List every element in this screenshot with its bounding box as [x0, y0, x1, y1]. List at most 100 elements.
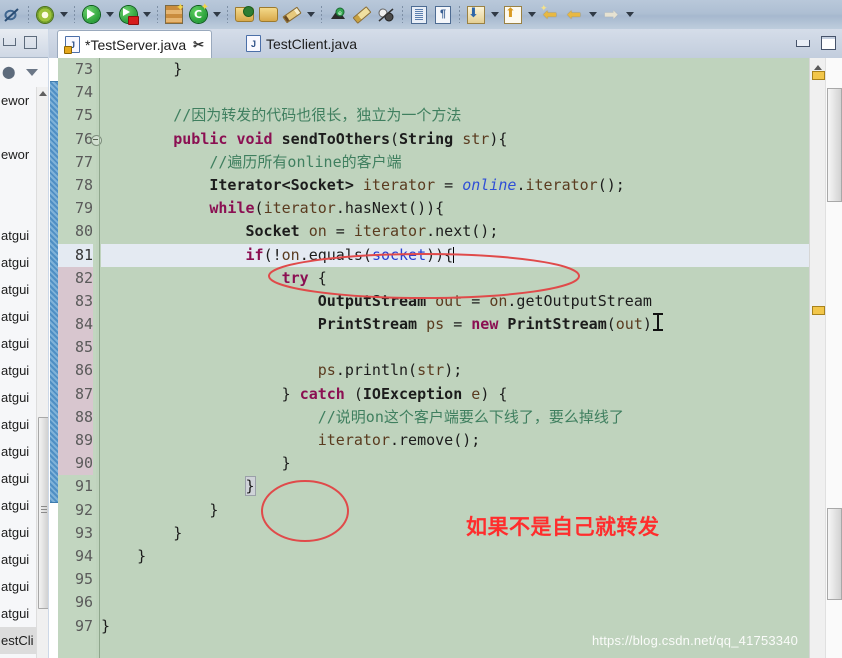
debug-dropdown-arrow[interactable] [140, 4, 153, 26]
package-explorer-item[interactable]: atgui [0, 384, 36, 411]
new-java-package-icon[interactable]: ✦ [163, 2, 185, 26]
open-task-icon[interactable] [257, 4, 279, 26]
close-icon[interactable]: ✂ [193, 37, 204, 53]
scroll-up-arrow-icon[interactable] [39, 91, 47, 96]
skip-breakpoints-icon[interactable] [375, 4, 397, 26]
source-code-text[interactable]: } //因为转发的代码也很长，独立为一个方法 public void sendT… [101, 58, 810, 658]
package-explorer-item[interactable]: ewor [0, 87, 36, 114]
package-explorer-item[interactable]: atgui [0, 222, 36, 249]
code-line[interactable]: if(!on.equals(socket)){ [101, 243, 810, 267]
search-dropdown-arrow[interactable] [304, 4, 317, 26]
search-pencil-icon[interactable] [281, 4, 303, 26]
run-icon[interactable] [80, 4, 102, 26]
open-type-icon[interactable] [233, 4, 255, 26]
new-class-dropdown-arrow[interactable] [210, 4, 223, 26]
maximize-button[interactable] [821, 36, 836, 50]
code-token: .println( [335, 361, 418, 380]
back-history-dropdown-arrow[interactable] [586, 4, 599, 26]
package-explorer-item[interactable]: atgui [0, 411, 36, 438]
minimize-button[interactable] [796, 39, 810, 47]
code-line[interactable]: } [101, 452, 810, 475]
code-line[interactable]: iterator.remove(); [101, 429, 810, 452]
package-explorer-item[interactable]: atgui [0, 303, 36, 330]
code-line[interactable]: //因为转发的代码也很长，独立为一个方法 [101, 104, 810, 127]
package-explorer-item[interactable] [0, 195, 36, 222]
next-edit-dropdown-arrow[interactable] [525, 4, 538, 26]
package-explorer-item[interactable]: atgui [0, 249, 36, 276]
tab-testclient-java[interactable]: J TestClient.java [239, 30, 364, 57]
chevron-down-icon[interactable] [26, 69, 38, 76]
package-explorer-item[interactable]: estSe [0, 654, 36, 658]
package-explorer-item[interactable]: estCli [0, 627, 36, 654]
package-explorer-item[interactable]: atgui [0, 600, 36, 627]
code-line[interactable]: Socket on = iterator.next(); [101, 220, 810, 243]
code-line[interactable]: OutputStream out = on.getOutputStream [101, 290, 810, 313]
editor-vertical-scrollbar[interactable] [825, 58, 842, 658]
show-whitespace-icon[interactable]: ¶ [432, 4, 454, 26]
scrollbar-thumb[interactable] [38, 417, 48, 609]
package-explorer-item[interactable]: atgui [0, 330, 36, 357]
line-number-ruler: 73 74 75 76 77 78 79 80 81 82 83 84 85 86 87 88 89 90 91 92… [58, 58, 102, 658]
next-edit-icon[interactable]: ⬆ [502, 4, 524, 26]
build-dropdown-arrow[interactable] [57, 4, 70, 26]
package-explorer-item[interactable] [0, 114, 36, 141]
code-line[interactable] [101, 568, 810, 591]
code-line[interactable]: //遍历所有online的客户端 [101, 151, 810, 174]
tomcat-icon[interactable]: e [327, 4, 349, 26]
package-explorer-item[interactable]: atgui [0, 519, 36, 546]
toggle-block-selection-icon[interactable] [408, 4, 430, 26]
previous-edit-dropdown-arrow[interactable] [488, 4, 501, 26]
scroll-up-arrow-icon[interactable] [814, 65, 822, 70]
code-line[interactable]: while(iterator.hasNext()){ [101, 197, 810, 220]
package-explorer-item[interactable]: atgui [0, 276, 36, 303]
code-editor[interactable]: 73 74 75 76 77 78 79 80 81 82 83 84 85 86 87 88 89 90 91 92… [49, 58, 842, 658]
run-dropdown-arrow[interactable] [103, 4, 116, 26]
scrollbar-thumb-secondary[interactable] [827, 508, 842, 600]
code-line[interactable]: PrintStream ps = new PrintStream(out) [101, 313, 810, 336]
package-explorer-item[interactable]: atgui [0, 492, 36, 519]
code-line[interactable]: } [101, 499, 810, 522]
package-explorer-item[interactable]: atgui [0, 438, 36, 465]
code-token: iterator [525, 175, 598, 194]
back-history-icon[interactable]: ⬅ [563, 4, 585, 26]
code-line[interactable]: } [101, 475, 810, 498]
package-explorer-item[interactable]: atgui [0, 546, 36, 573]
warning-marker[interactable] [812, 71, 825, 80]
code-line[interactable]: } [101, 522, 810, 545]
package-explorer-scrollbar[interactable] [36, 87, 48, 658]
scrollbar-thumb[interactable] [827, 88, 842, 202]
link-disabled-icon[interactable] [1, 4, 23, 26]
overview-ruler[interactable] [809, 58, 826, 658]
code-line[interactable]: ps.println(str); [101, 359, 810, 382]
forward-dropdown-arrow[interactable] [623, 4, 636, 26]
package-explorer-tree[interactable]: ewor ewor atgui atgui atgui atgui atgui atgui at… [0, 87, 36, 658]
package-explorer-maximize-button[interactable] [24, 36, 37, 49]
package-explorer-icon[interactable]: ⬤ [2, 65, 15, 79]
code-line[interactable]: try { [101, 267, 810, 290]
brush-icon[interactable] [351, 4, 373, 26]
warning-marker[interactable] [812, 306, 825, 315]
code-line[interactable]: } [101, 58, 810, 81]
code-line[interactable]: } [101, 545, 810, 568]
code-line[interactable]: //说明on这个客户端要么下线了，要么掉线了 [101, 406, 810, 429]
back-arrow-icon[interactable]: ⬅ ✦ [539, 3, 561, 26]
package-explorer-item[interactable]: ewor [0, 141, 36, 168]
package-explorer-item[interactable]: atgui [0, 465, 36, 492]
code-line[interactable]: Iterator<Socket> iterator = online.itera… [101, 174, 810, 197]
debug-icon[interactable] [117, 4, 139, 26]
code-line[interactable]: } catch (IOException e) { [101, 383, 810, 406]
forward-arrow-icon[interactable]: ➡ [600, 4, 622, 26]
code-line[interactable] [101, 591, 810, 614]
package-explorer-minimize-button[interactable] [3, 38, 16, 46]
code-line[interactable] [101, 81, 810, 104]
package-explorer-item[interactable]: atgui [0, 573, 36, 600]
previous-edit-icon[interactable]: ⬇ [465, 4, 487, 26]
package-explorer-item[interactable] [0, 168, 36, 195]
package-explorer-item[interactable]: atgui [0, 357, 36, 384]
build-gear-icon[interactable] [34, 4, 56, 26]
code-line[interactable] [101, 336, 810, 359]
code-token: str [462, 129, 490, 148]
tab-testserver-java[interactable]: J *TestServer.java ✂ [57, 30, 213, 58]
new-java-class-icon[interactable]: C ✦ [187, 2, 209, 26]
code-line[interactable]: public void sendToOthers(String str){ [101, 128, 810, 151]
